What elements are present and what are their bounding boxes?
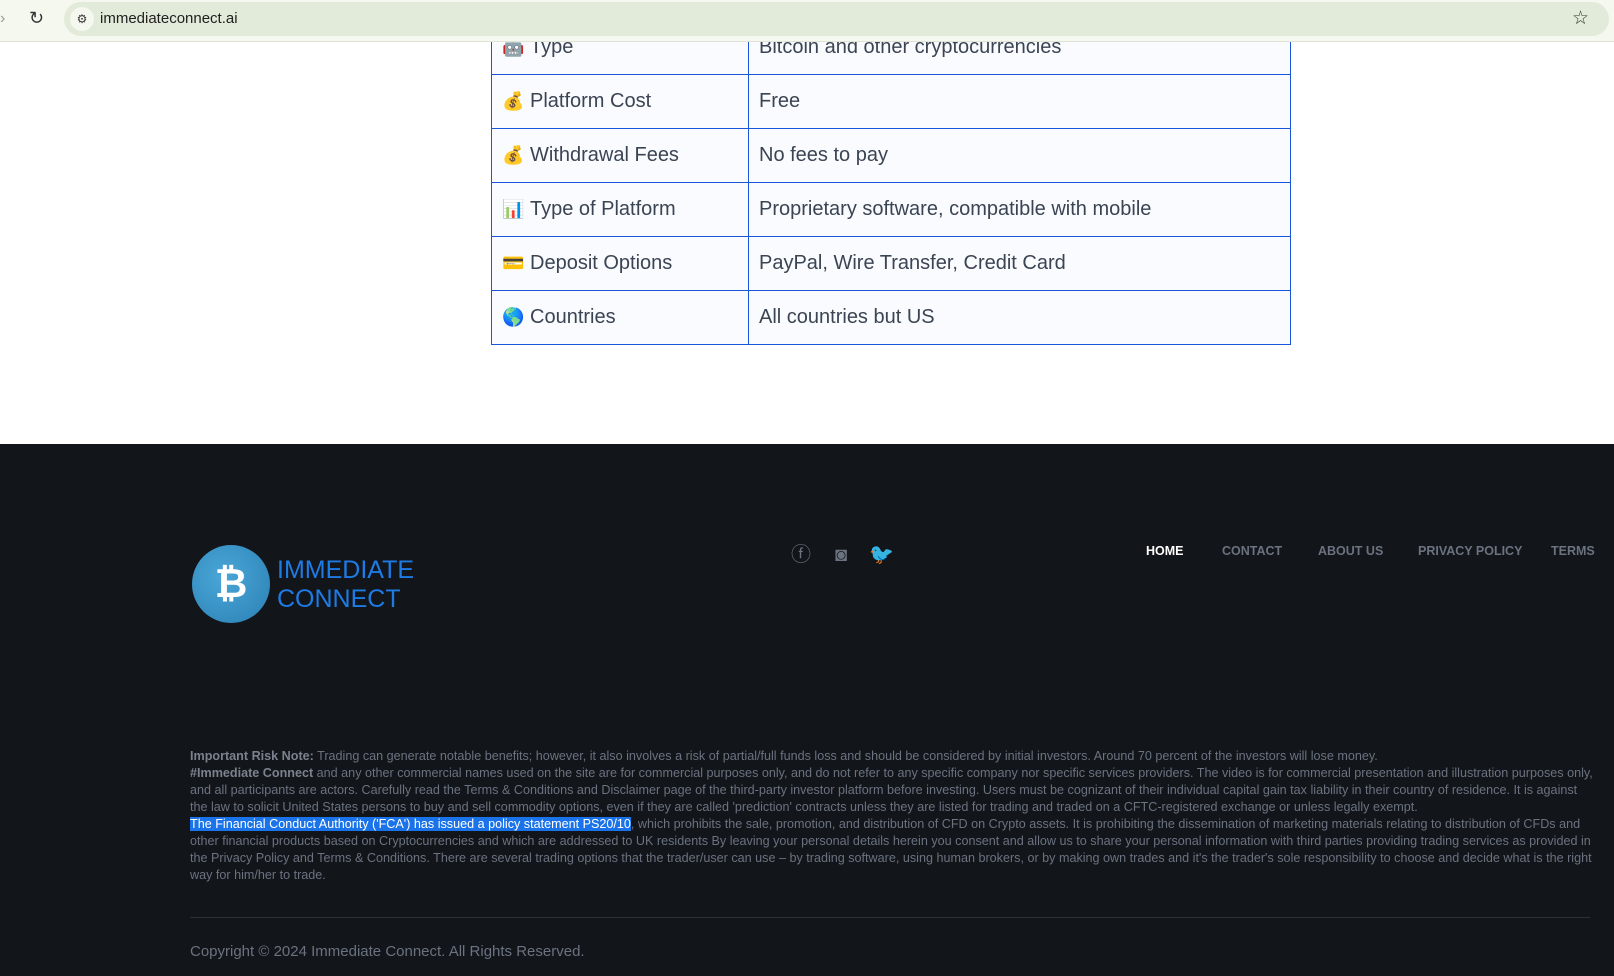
row-label: Withdrawal Fees <box>530 144 679 166</box>
site-settings-icon[interactable]: ⚙ <box>70 7 94 31</box>
row-icon: 🌎 <box>502 307 525 327</box>
row-icon: 💳 <box>502 253 525 273</box>
highlighted-fca-text: The Financial Conduct Authority ('FCA') … <box>190 817 631 831</box>
bookmark-star-icon[interactable]: ☆ <box>1572 7 1589 30</box>
nav-terms[interactable]: TERMS <box>1551 544 1595 558</box>
brand-tag: #Immediate Connect <box>190 766 314 780</box>
url-text[interactable]: immediateconnect.ai <box>100 10 238 27</box>
row-icon: 💰 <box>502 91 525 111</box>
nav-privacy-policy[interactable]: PRIVACY POLICY <box>1418 544 1522 558</box>
nav-contact[interactable]: CONTACT <box>1222 544 1282 558</box>
row-icon: 📊 <box>502 199 525 219</box>
table-row: 💳 Deposit Options PayPal, Wire Transfer, C… <box>491 236 1291 291</box>
bitcoin-logo-icon[interactable]: ₿ <box>192 545 270 623</box>
row-label-cell: 💰 Withdrawal Fees <box>491 128 749 183</box>
row-label-cell: 💰 Platform Cost <box>491 74 749 129</box>
row-label-cell: 🌎 Countries <box>491 290 749 345</box>
row-value: Free <box>748 74 1291 129</box>
footer-divider <box>190 917 1590 918</box>
row-value: Proprietary software, compatible with mo… <box>748 182 1291 237</box>
row-label-cell: 📊 Type of Platform <box>491 182 749 237</box>
facebook-icon[interactable]: ⓕ <box>790 544 812 566</box>
brand-name[interactable]: IMMEDIATE CONNECT <box>277 556 414 614</box>
row-label: Type of Platform <box>530 198 676 220</box>
brand-line-2: CONNECT <box>277 585 401 613</box>
row-label: Deposit Options <box>530 252 673 274</box>
reload-icon[interactable]: ↻ <box>29 8 44 29</box>
row-value: No fees to pay <box>748 128 1291 183</box>
risk-label: Important Risk Note: <box>190 749 314 763</box>
risk-disclaimer: Important Risk Note: Trading can generat… <box>190 748 1595 884</box>
row-label: Platform Cost <box>530 90 652 112</box>
address-bar[interactable]: ⚙ immediateconnect.ai ☆ <box>64 2 1609 36</box>
row-value: All countries but US <box>748 290 1291 345</box>
row-value: PayPal, Wire Transfer, Credit Card <box>748 236 1291 291</box>
disclaimer-para-1: and any other commercial names used on t… <box>190 766 1593 814</box>
nav-about-us[interactable]: ABOUT US <box>1318 544 1383 558</box>
twitter-icon[interactable]: 🐦 <box>869 544 894 566</box>
table-row: 🌎 Countries All countries but US <box>491 290 1291 345</box>
copyright: Copyright © 2024 Immediate Connect. All … <box>190 943 585 960</box>
table-row: 💰 Platform Cost Free <box>491 74 1291 129</box>
browser-toolbar: › ↻ ⚙ immediateconnect.ai ☆ <box>0 0 1614 42</box>
risk-text: Trading can generate notable benefits; h… <box>313 749 1378 763</box>
row-icon: 💰 <box>502 145 525 165</box>
forward-icon[interactable]: › <box>0 10 5 28</box>
table-row: 💰 Withdrawal Fees No fees to pay <box>491 128 1291 183</box>
brand-line-1: IMMEDIATE <box>277 556 415 584</box>
instagram-icon[interactable]: ◙ <box>830 544 852 566</box>
footer: ₿ IMMEDIATE CONNECT ⓕ ◙ 🐦 HOME CONTACT AB… <box>0 444 1614 976</box>
row-label: Countries <box>530 306 616 328</box>
row-label-cell: 💳 Deposit Options <box>491 236 749 291</box>
info-table: 🤖 Type Bitcoin and other cryptocurrencies 💰… <box>491 20 1291 345</box>
nav-home[interactable]: HOME <box>1146 544 1184 558</box>
table-row: 📊 Type of Platform Proprietary software, c… <box>491 182 1291 237</box>
